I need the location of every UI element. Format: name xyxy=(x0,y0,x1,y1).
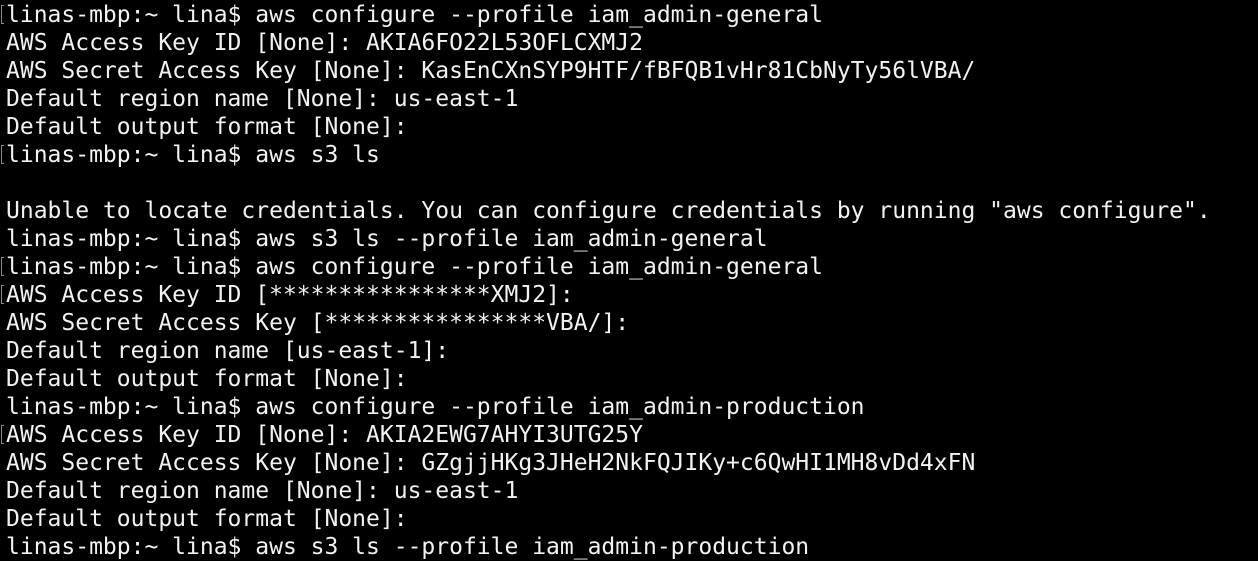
terminal-line: Unable to locate credentials. You can co… xyxy=(0,197,1258,225)
terminal-line-text: Default output format [None]: xyxy=(6,506,408,532)
terminal-line: linas-mbp:~ lina$ aws configure --profil… xyxy=(0,393,1258,421)
terminal-line: AWS Access Key ID [None]: AKIA6FO22L53OF… xyxy=(0,29,1258,57)
terminal-line-text: Default region name [us-east-1]: xyxy=(6,338,450,364)
terminal-line-text: linas-mbp:~ lina$ aws s3 ls xyxy=(6,142,380,168)
line-marker-icon xyxy=(1,5,4,24)
terminal-line: AWS Secret Access Key [None]: KasEnCXnSY… xyxy=(0,57,1258,85)
terminal-line: Default output format [None]: xyxy=(0,505,1258,533)
terminal-line: Default output format [None]: xyxy=(0,113,1258,141)
terminal-line-text: linas-mbp:~ lina$ aws s3 ls --profile ia… xyxy=(6,226,768,252)
terminal-line: AWS Secret Access Key [****************V… xyxy=(0,309,1258,337)
terminal-line-text: AWS Secret Access Key [None]: KasEnCXnSY… xyxy=(6,58,976,84)
terminal-line: Default region name [us-east-1]: xyxy=(0,337,1258,365)
terminal-window[interactable]: linas-mbp:~ lina$ aws configure --profil… xyxy=(0,0,1258,560)
terminal-line-text: Default output format [None]: xyxy=(6,114,408,140)
terminal-line-text: AWS Access Key ID [None]: AKIA6FO22L53OF… xyxy=(6,30,643,56)
terminal-line: AWS Secret Access Key [None]: GZgjjHKg3J… xyxy=(0,449,1258,477)
terminal-line: linas-mbp:~ lina$ aws s3 ls xyxy=(0,141,1258,169)
line-marker-icon xyxy=(1,425,4,444)
line-marker-icon xyxy=(1,285,4,304)
terminal-line: Default region name [None]: us-east-1 xyxy=(0,85,1258,113)
terminal-line: linas-mbp:~ lina$ aws configure --profil… xyxy=(0,253,1258,281)
terminal-line-text: Unable to locate credentials. You can co… xyxy=(6,198,1211,224)
terminal-line: linas-mbp:~ lina$ aws s3 ls --profile ia… xyxy=(0,225,1258,253)
terminal-line-text: AWS Access Key ID [None]: AKIA2EWG7AHYI3… xyxy=(6,422,643,448)
terminal-line: AWS Access Key ID [****************XMJ2]… xyxy=(0,281,1258,309)
terminal-line-text: AWS Secret Access Key [None]: GZgjjHKg3J… xyxy=(6,450,976,476)
terminal-line-text: Default region name [None]: us-east-1 xyxy=(6,478,519,504)
terminal-line-text: linas-mbp:~ lina$ aws s3 ls --profile ia… xyxy=(6,534,810,560)
line-marker-icon xyxy=(1,257,4,276)
terminal-line-text: AWS Secret Access Key [****************V… xyxy=(6,310,630,336)
terminal-line-text: AWS Access Key ID [****************XMJ2]… xyxy=(6,282,574,308)
terminal-line: linas-mbp:~ lina$ aws s3 ls --profile ia… xyxy=(0,533,1258,561)
terminal-line-text: linas-mbp:~ lina$ aws configure --profil… xyxy=(6,254,823,280)
terminal-line: Default output format [None]: xyxy=(0,365,1258,393)
terminal-line: AWS Access Key ID [None]: AKIA2EWG7AHYI3… xyxy=(0,421,1258,449)
terminal-line-text: Default region name [None]: us-east-1 xyxy=(6,86,519,112)
line-marker-icon xyxy=(1,145,4,164)
terminal-line: linas-mbp:~ lina$ aws configure --profil… xyxy=(0,1,1258,29)
terminal-line: Default region name [None]: us-east-1 xyxy=(0,477,1258,505)
terminal-line-text: linas-mbp:~ lina$ aws configure --profil… xyxy=(6,394,865,420)
terminal-line-text: linas-mbp:~ lina$ aws configure --profil… xyxy=(6,2,823,28)
terminal-line-text: Default output format [None]: xyxy=(6,366,408,392)
